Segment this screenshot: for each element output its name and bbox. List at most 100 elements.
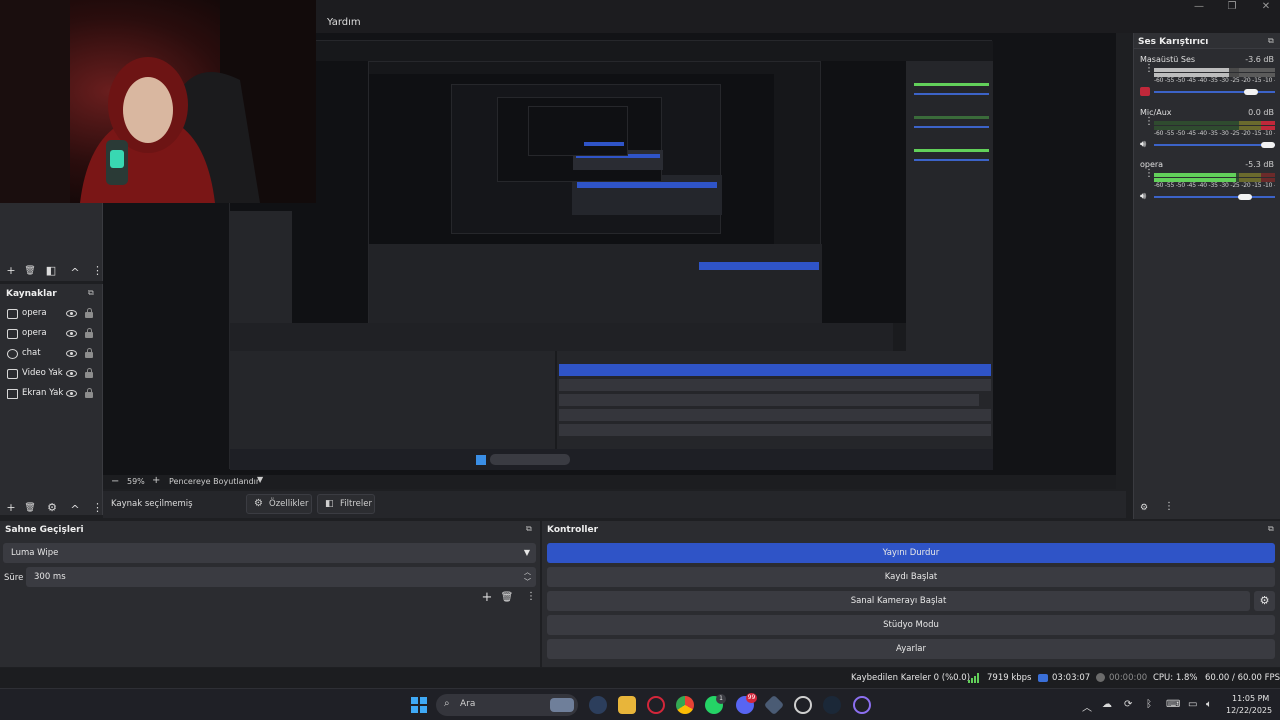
source-item-chat[interactable]: chat xyxy=(0,344,103,364)
start-virtual-camera-button[interactable]: Sanal Kamerayı Başlat xyxy=(547,591,1250,611)
lock-icon[interactable] xyxy=(85,368,93,378)
gear-icon: ⚙ xyxy=(254,498,263,509)
close-icon[interactable]: ✕ xyxy=(1259,1,1273,13)
monitor-tray-icon[interactable]: ▭ xyxy=(1188,699,1197,710)
monitor-icon xyxy=(7,389,18,399)
clock-date[interactable]: 12/22/2025 xyxy=(1226,706,1272,715)
source-item-screen[interactable]: Ekran Yak xyxy=(0,384,103,404)
lock-icon[interactable] xyxy=(85,308,93,318)
onedrive-icon[interactable]: ☁ xyxy=(1102,699,1112,710)
scene-filters-button[interactable]: ◧ xyxy=(44,264,58,278)
transition-more-icon[interactable]: ⋮ xyxy=(526,592,536,602)
undock-icon[interactable]: ⧉ xyxy=(526,524,532,534)
source-item-opera-2[interactable]: opera xyxy=(0,324,103,344)
speaker-icon[interactable]: 🔊︎ xyxy=(1140,192,1150,202)
settings-app-icon[interactable] xyxy=(589,696,607,714)
undock-icon[interactable]: ⧉ xyxy=(1268,36,1274,46)
properties-button[interactable]: ⚙ Özellikler xyxy=(246,494,312,514)
transition-select[interactable]: Luma Wipe ▼ xyxy=(3,543,536,563)
source-more-button[interactable]: ⋮ xyxy=(92,501,103,515)
add-transition-button[interactable]: + xyxy=(480,591,494,605)
undock-icon[interactable]: ⧉ xyxy=(1268,524,1274,534)
channel-menu-icon[interactable]: ⋮ xyxy=(1144,169,1154,179)
menu-item-help[interactable]: Yardım xyxy=(327,17,361,28)
source-item-video[interactable]: Video Yak xyxy=(0,364,103,384)
window-icon xyxy=(7,329,18,339)
minimize-icon[interactable]: — xyxy=(1192,1,1206,13)
zoom-in-button[interactable]: + xyxy=(152,475,160,486)
source-label: Video Yak xyxy=(22,368,63,378)
app-icon-diamond[interactable] xyxy=(763,694,785,716)
assistant-app-icon[interactable] xyxy=(853,696,871,714)
restore-icon[interactable]: ❐ xyxy=(1225,1,1239,13)
scene-up-button[interactable]: ^ xyxy=(68,266,82,280)
bitrate: 7919 kbps xyxy=(987,673,1032,683)
scene-more-button[interactable]: ⋮ xyxy=(92,264,103,278)
signal-bars-icon xyxy=(968,673,980,683)
record-time: 00:00:00 xyxy=(1109,673,1148,683)
steam-app-icon[interactable] xyxy=(823,696,841,714)
remove-source-button[interactable]: 🗑 xyxy=(23,501,37,515)
cpu-usage: CPU: 1.8% xyxy=(1153,673,1198,683)
speaker-icon[interactable]: 🔊︎ xyxy=(1140,140,1150,150)
spin-down-icon[interactable]: ﹀ xyxy=(524,572,531,592)
preview-canvas[interactable] xyxy=(229,40,993,470)
stream-icon xyxy=(1038,674,1048,682)
obs-app-icon[interactable] xyxy=(794,696,812,714)
virtual-camera-settings-icon[interactable]: ⚙ xyxy=(1254,591,1275,611)
opera-app-icon[interactable] xyxy=(647,696,665,714)
keyboard-icon[interactable]: ⌨ xyxy=(1166,699,1180,710)
captured-controls xyxy=(557,351,993,449)
windows-start-icon[interactable] xyxy=(411,697,427,713)
visibility-eye-icon[interactable] xyxy=(66,310,77,317)
source-settings-button[interactable]: ⚙ xyxy=(45,501,59,515)
clock-time[interactable]: 11:05 PM xyxy=(1232,694,1269,703)
file-explorer-icon[interactable] xyxy=(618,696,636,714)
volume-tray-icon[interactable]: 🔈︎ xyxy=(1206,699,1212,710)
volume-slider[interactable] xyxy=(1154,144,1275,146)
start-recording-button[interactable]: Kaydı Başlat xyxy=(547,567,1275,587)
filters-button[interactable]: ◧ Filtreler xyxy=(317,494,375,514)
lock-icon[interactable] xyxy=(85,348,93,358)
visibility-eye-icon[interactable] xyxy=(66,330,77,337)
volume-knob[interactable] xyxy=(1244,89,1258,95)
chrome-app-icon[interactable] xyxy=(676,696,694,714)
add-source-button[interactable]: + xyxy=(4,501,18,515)
bluetooth-icon[interactable]: ᛒ xyxy=(1146,699,1152,710)
remove-scene-button[interactable]: 🗑 xyxy=(23,264,37,278)
chevron-down-icon[interactable]: ▼ xyxy=(257,475,263,484)
camera-icon xyxy=(7,369,18,379)
add-scene-button[interactable]: + xyxy=(4,264,18,278)
zoom-out-button[interactable]: − xyxy=(111,476,119,487)
channel-menu-icon[interactable]: ⋮ xyxy=(1144,117,1154,127)
captured-preview-level2 xyxy=(368,61,822,324)
studio-mode-button[interactable]: Stüdyo Modu xyxy=(547,615,1275,635)
lock-icon[interactable] xyxy=(85,328,93,338)
visibility-eye-icon[interactable] xyxy=(66,390,77,397)
undock-icon[interactable]: ⧉ xyxy=(88,288,94,298)
window-icon xyxy=(7,309,18,319)
taskbar-search[interactable]: ⌕ Ara xyxy=(436,694,578,716)
source-item-opera-1[interactable]: opera xyxy=(0,304,103,324)
visibility-eye-icon[interactable] xyxy=(66,350,77,357)
mixer-more-icon[interactable]: ⋮ xyxy=(1164,502,1174,512)
no-source-label: Kaynak seçilmemiş xyxy=(111,499,193,509)
duration-input[interactable]: 300 ms ︿ ﹀ xyxy=(26,567,536,587)
remove-transition-button[interactable]: 🗑 xyxy=(500,591,514,605)
volume-knob[interactable] xyxy=(1261,142,1275,148)
fit-window-label[interactable]: Pencereye Boyutlandır xyxy=(169,477,259,486)
volume-knob[interactable] xyxy=(1238,194,1252,200)
mixer-title: Ses Karıştırıcı xyxy=(1138,37,1209,47)
settings-button[interactable]: Ayarlar xyxy=(547,639,1275,659)
visibility-eye-icon[interactable] xyxy=(66,370,77,377)
lock-icon[interactable] xyxy=(85,388,93,398)
channel-menu-icon[interactable]: ⋮ xyxy=(1144,64,1154,74)
taskbar: ⌕ Ara 1 99 ︿ ☁ ⟳ ᛒ ⌨ ▭ 🔈︎ 11:05 PM 12/22… xyxy=(0,688,1280,720)
muted-speaker-icon[interactable] xyxy=(1140,87,1150,96)
source-up-button[interactable]: ^ xyxy=(68,503,82,517)
tray-chevron-up-icon[interactable]: ︿ xyxy=(1082,699,1092,714)
mixer-settings-icon[interactable]: ⚙ xyxy=(1140,503,1148,513)
volume-slider[interactable] xyxy=(1154,196,1275,198)
sync-icon[interactable]: ⟳ xyxy=(1124,699,1132,710)
stop-streaming-button[interactable]: Yayını Durdur xyxy=(547,543,1275,563)
